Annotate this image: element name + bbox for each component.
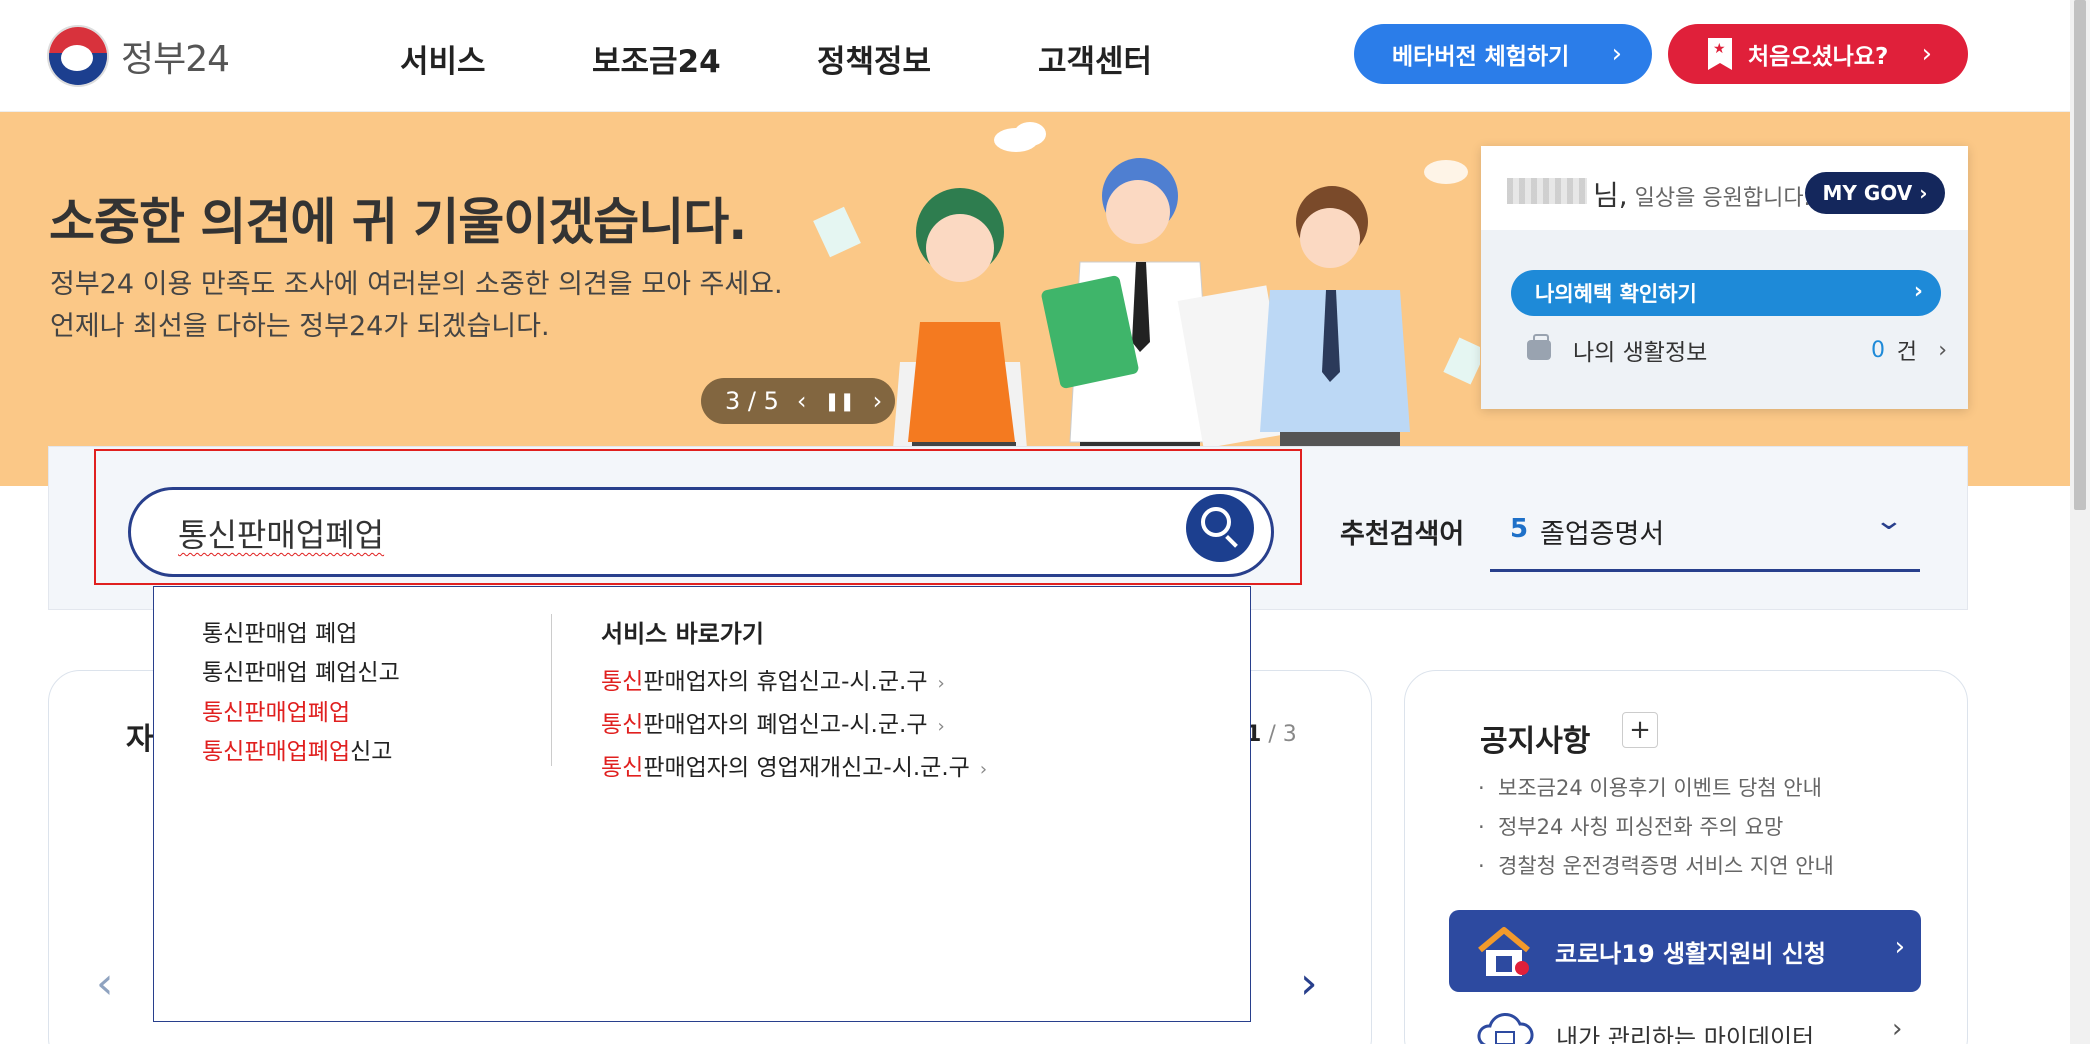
chevron-right-icon: ›: [1913, 279, 1923, 304]
suggestion-text: 통신판매업 폐업신고: [202, 660, 400, 686]
notice-item-text: 정부24 사칭 피싱전화 주의 요망: [1498, 815, 1784, 839]
carousel-prev-icon[interactable]: ‹: [96, 958, 114, 1009]
life-info-label: 나의 생활정보: [1573, 340, 1708, 366]
covid-button-label: 코로나19 생활지원비 신청: [1555, 939, 1826, 968]
service-shortcut-item[interactable]: 통신판매업자의 휴업신고-시.군.구 ›: [601, 662, 945, 696]
chevron-right-icon: ›: [1892, 1014, 1903, 1044]
suggestion-text: 신고: [350, 739, 393, 765]
suggestion-match: 통신판매업폐업: [202, 739, 351, 765]
mygov-card: 님, 일상을 응원합니다. MY GOV › 나의혜택 확인하기 › 나의 생활…: [1481, 146, 1968, 409]
service-card-pager: 1 / 3: [1246, 722, 1297, 747]
taeguk-logo-icon: [47, 25, 109, 87]
chevron-right-icon: ›: [937, 716, 945, 737]
banner-illustration: [813, 122, 1480, 486]
pager-total: / 3: [1268, 722, 1297, 747]
recommended-rank: 5: [1510, 514, 1529, 544]
site-logo[interactable]: 정부24: [47, 24, 237, 88]
pager-count: 3 / 5: [725, 387, 779, 415]
house-icon: [1478, 927, 1530, 976]
service-match: 통신: [601, 755, 644, 781]
recommended-keywords-label: 추천검색어: [1340, 519, 1465, 550]
banner-desc-line: 언제나 최선을 다하는 정부24가 되겠습니다.: [50, 311, 550, 342]
autocomplete-dropdown: [153, 586, 1251, 1022]
my-benefits-button[interactable]: 나의혜택 확인하기 ›: [1511, 270, 1941, 316]
masked-username: [1507, 178, 1587, 204]
mygov-button[interactable]: MY GOV ›: [1805, 172, 1945, 214]
search-button[interactable]: [1186, 494, 1254, 562]
chevron-right-icon: ›: [1921, 39, 1932, 69]
suggestion-item[interactable]: 통신판매업 폐업: [202, 614, 357, 648]
notice-item-text: 보조금24 이용후기 이벤트 당첨 안내: [1498, 776, 1822, 800]
service-shortcut-item[interactable]: 통신판매업자의 영업재개신고-시.군.구 ›: [601, 748, 987, 782]
notice-item[interactable]: · 경찰청 운전경력증명 서비스 지연 안내: [1478, 850, 1834, 880]
mygov-label: MY GOV: [1822, 181, 1913, 205]
banner-description: 정부24 이용 만족도 조사에 여러분의 소중한 의견을 모아 주세요. 언제나…: [50, 264, 783, 348]
nav-customer-center[interactable]: 고객센터: [1038, 36, 1152, 81]
service-match: 통신: [601, 712, 644, 738]
beta-version-button[interactable]: 베타버전 체험하기 ›: [1354, 24, 1652, 84]
first-visit-button[interactable]: 처음오셨나요? ›: [1668, 24, 1968, 84]
service-match: 통신: [601, 669, 644, 695]
name-suffix: 님,: [1593, 179, 1628, 212]
mygov-header: 님, 일상을 응원합니다. MY GOV ›: [1481, 146, 1968, 230]
notice-title: 공지사항: [1480, 724, 1591, 759]
chevron-right-icon: ›: [979, 759, 988, 780]
nav-services[interactable]: 서비스: [400, 36, 486, 81]
beta-button-label: 베타버전 체험하기: [1392, 44, 1570, 70]
mygov-body: 나의혜택 확인하기 › 나의 생활정보 0 건 ›: [1481, 230, 1968, 409]
banner-pager: 3 / 5 ‹ ❚❚ ›: [701, 378, 895, 424]
notice-more-button[interactable]: +: [1622, 712, 1658, 748]
carousel-next-icon[interactable]: ›: [1300, 958, 1318, 1009]
nav-subsidy24[interactable]: 보조금24: [592, 36, 721, 81]
bookmark-star-icon: [1708, 38, 1732, 70]
greeting-text: 님, 일상을 응원합니다.: [1593, 174, 1811, 214]
scrollbar-thumb[interactable]: [2074, 0, 2086, 510]
banner-title: 소중한 의견에 귀 기울이겠습니다.: [49, 193, 747, 251]
greeting-message: 일상을 응원합니다.: [1634, 186, 1811, 211]
first-visit-label: 처음오셨나요?: [1748, 44, 1889, 70]
service-text: 판매업자의 폐업신고-시.군.구: [643, 712, 928, 738]
service-text: 판매업자의 영업재개신고-시.군.구: [643, 755, 970, 781]
service-shortcut-title: 서비스 바로가기: [601, 620, 764, 648]
suggestion-item[interactable]: 통신판매업 폐업신고: [202, 653, 400, 687]
service-shortcut-item[interactable]: 통신판매업자의 폐업신고-시.군.구 ›: [601, 705, 945, 739]
logo-text: 정부24: [121, 39, 230, 80]
search-icon: [1201, 507, 1231, 537]
chevron-right-icon: ›: [937, 673, 945, 694]
next-slide-icon[interactable]: ›: [873, 387, 883, 415]
chevron-right-icon: ›: [1611, 39, 1622, 69]
chevron-down-icon[interactable]: ⌄: [1874, 506, 1905, 536]
service-text: 판매업자의 휴업신고-시.군.구: [643, 669, 928, 695]
notice-item-text: 경찰청 운전경력증명 서비스 지연 안내: [1498, 854, 1834, 878]
chevron-right-icon: ›: [1938, 337, 1947, 363]
banner-desc-line: 정부24 이용 만족도 조사에 여러분의 소중한 의견을 모아 주세요.: [50, 269, 783, 300]
notice-item[interactable]: · 정부24 사칭 피싱전화 주의 요망: [1478, 811, 1783, 841]
notice-item[interactable]: · 보조금24 이용후기 이벤트 당첨 안내: [1478, 772, 1822, 802]
autocomplete-divider: [551, 614, 552, 766]
suggestion-item[interactable]: 통신판매업폐업신고: [202, 732, 392, 766]
service-card-title: 자: [126, 722, 154, 757]
life-info-count: 0: [1871, 337, 1885, 363]
benefit-label: 나의혜택 확인하기: [1535, 282, 1697, 306]
mydata-link[interactable]: 내가 관리하는 마이데이터: [1556, 1018, 1814, 1044]
cloud-data-icon: [1477, 1013, 1534, 1044]
nav-policy-info[interactable]: 정책정보: [817, 36, 931, 81]
life-info-unit: 건: [1896, 340, 1917, 365]
chevron-right-icon: ›: [1894, 932, 1905, 962]
briefcase-icon: [1527, 334, 1551, 360]
suggestion-text: 통신판매업 폐업: [202, 621, 358, 647]
search-input-value[interactable]: 통신판매업폐업: [178, 510, 384, 556]
prev-slide-icon[interactable]: ‹: [797, 387, 807, 415]
recommended-keyword[interactable]: 졸업증명서: [1540, 512, 1664, 551]
suggestion-item[interactable]: 통신판매업폐업: [202, 693, 350, 727]
pause-icon[interactable]: ❚❚: [825, 391, 855, 412]
life-info-link[interactable]: 나의 생활정보 0 건 ›: [1527, 330, 1947, 370]
suggestion-match: 통신판매업폐업: [202, 700, 351, 726]
